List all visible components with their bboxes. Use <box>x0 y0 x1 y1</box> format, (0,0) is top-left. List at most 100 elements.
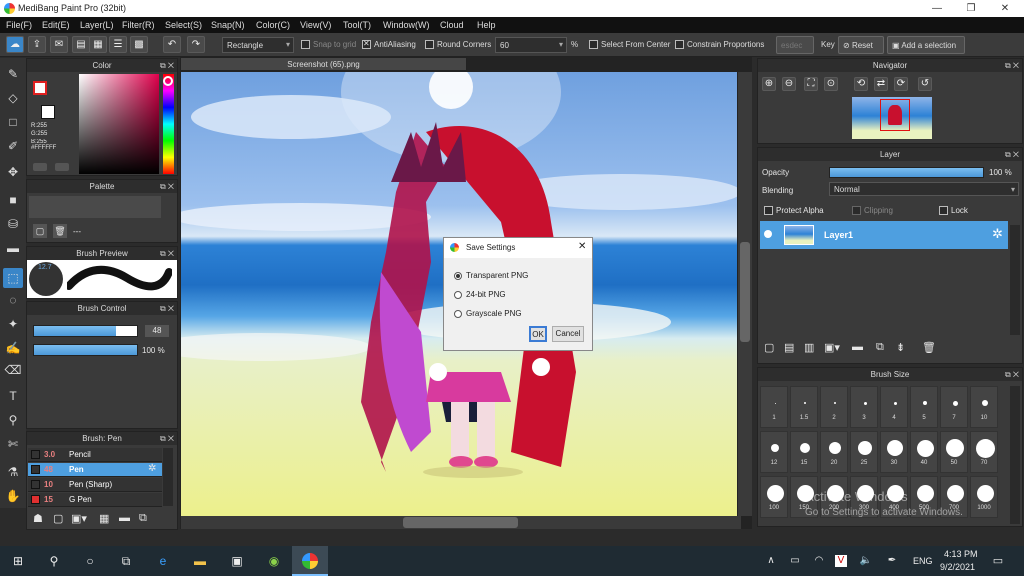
edge-icon[interactable]: e <box>155 553 171 569</box>
wifi-icon[interactable]: ◠ <box>811 553 827 569</box>
snap-to-grid-checkbox[interactable] <box>301 40 310 49</box>
edit-tool-icon[interactable]: ✐ <box>3 136 23 156</box>
layer-settings-icon[interactable]: ✲ <box>992 226 1003 242</box>
brush-size-option[interactable]: 10 <box>970 386 998 428</box>
text-tool-icon[interactable]: T <box>3 386 23 406</box>
pen-workspace-icon[interactable]: ✒ <box>884 553 900 569</box>
cancel-button[interactable]: Cancel <box>552 326 584 342</box>
color-picker-button[interactable] <box>55 163 69 171</box>
brush-list-item[interactable]: 15 G Pen <box>28 493 162 507</box>
brush-size-option[interactable]: 1000 <box>970 476 998 518</box>
delete-layer-icon[interactable]: 🗑 <box>922 341 936 354</box>
brush-size-option[interactable]: 50 <box>940 431 968 473</box>
merge-layer-icon[interactable]: ⇟ <box>896 341 905 354</box>
operation-tool-icon[interactable]: ⚲ <box>3 410 23 430</box>
new-layer-icon[interactable]: ▢ <box>764 341 774 354</box>
dot-tool-icon[interactable]: □ <box>3 112 23 132</box>
share-icon[interactable]: ⇪ <box>28 36 46 53</box>
brush-size-option[interactable]: 12 <box>760 431 788 473</box>
cloud-icon[interactable]: ☁ <box>6 36 24 53</box>
grid-icon[interactable]: ▩ <box>130 36 148 53</box>
language-indicator[interactable]: ENG <box>913 556 933 566</box>
clock-date[interactable]: 9/2/2021 <box>940 562 975 572</box>
panel-close-icon[interactable]: ⧉ ✕ <box>1005 148 1019 161</box>
layer-opacity-slider[interactable] <box>829 167 984 178</box>
eraser-tool-icon[interactable]: ◇ <box>3 88 23 108</box>
reset-button[interactable]: ⊘ Reset <box>838 36 884 54</box>
color-mode-button[interactable] <box>33 163 47 171</box>
zoom-out-icon[interactable]: ⊖ <box>782 77 796 91</box>
brush-size-slider[interactable] <box>33 325 138 337</box>
brush-size-option[interactable]: 7 <box>940 386 968 428</box>
menu-file[interactable]: File(F) <box>6 20 32 30</box>
layer-scrollbar[interactable] <box>1010 225 1020 335</box>
rotate-left-icon[interactable]: ⟲ <box>854 77 868 91</box>
close-button[interactable]: ✕ <box>988 0 1022 17</box>
file-explorer-icon[interactable]: ▬ <box>192 553 208 569</box>
flip-icon[interactable]: ⇄ <box>874 77 888 91</box>
menu-view[interactable]: View(V) <box>300 20 331 30</box>
saturation-value-picker[interactable] <box>79 74 159 174</box>
horizontal-scroll-thumb[interactable] <box>403 517 518 528</box>
canvas-vertical-scrollbar[interactable] <box>738 72 752 516</box>
brush-list-scrollbar[interactable] <box>163 448 173 506</box>
visibility-icon[interactable] <box>764 230 772 238</box>
navigator-thumbnail[interactable] <box>852 97 932 139</box>
blending-select[interactable]: Normal <box>829 182 1019 196</box>
panel-close-icon[interactable]: ⧉ ✕ <box>160 59 174 72</box>
clipping-checkbox[interactable] <box>852 206 861 215</box>
eyedropper-tool-icon[interactable]: ⚗ <box>3 462 23 482</box>
menu-cloud[interactable]: Cloud <box>440 20 464 30</box>
brush-list-item[interactable]: 3.0 Pencil <box>28 448 162 462</box>
comment-icon[interactable]: ✉ <box>50 36 68 53</box>
gradient-tool-icon[interactable]: ▬ <box>3 238 23 258</box>
brush-tool-icon[interactable]: ✎ <box>3 64 23 84</box>
cortana-icon[interactable]: ○ <box>82 553 98 569</box>
brush-size-option[interactable]: 100 <box>760 476 788 518</box>
move-tool-icon[interactable]: ✥ <box>3 162 23 182</box>
round-value-input[interactable]: 60 <box>495 37 567 53</box>
menu-filter[interactable]: Filter(R) <box>122 20 155 30</box>
add-palette-icon[interactable]: ▢ <box>33 224 47 238</box>
24bit-png-radio[interactable] <box>454 291 462 299</box>
shape-select[interactable]: Rectangle <box>222 37 294 53</box>
lasso-tool-icon[interactable]: ◌ <box>3 290 23 310</box>
new-brush-icon[interactable]: ▢ <box>53 512 63 525</box>
brush-list-item[interactable]: 10 Pen (Sharp) <box>28 478 162 492</box>
panel-close-icon[interactable]: ⧉ ✕ <box>1005 368 1019 381</box>
panel-close-icon[interactable]: ⧉ ✕ <box>160 432 174 445</box>
cloud-brush-icon[interactable]: ☗ <box>33 512 43 525</box>
antivirus-icon[interactable]: V <box>835 555 847 567</box>
constrain-checkbox[interactable] <box>675 40 684 49</box>
palette-swatches[interactable] <box>29 196 161 218</box>
brush-size-option[interactable]: 1 <box>760 386 788 428</box>
gacha-app-icon[interactable]: ◉ <box>266 553 282 569</box>
maximize-button[interactable]: ❐ <box>954 0 988 17</box>
ok-button[interactable]: OK <box>529 326 547 342</box>
menu-layer[interactable]: Layer(L) <box>80 20 114 30</box>
start-icon[interactable]: ⊞ <box>10 553 26 569</box>
menu-select[interactable]: Select(S) <box>165 20 202 30</box>
brush-size-option[interactable]: 1.5 <box>790 386 818 428</box>
grayscale-png-radio[interactable] <box>454 310 462 318</box>
page-icon[interactable]: ▦ <box>89 36 107 53</box>
hue-slider[interactable] <box>163 74 174 174</box>
add-layer-menu-icon[interactable]: ▣▾ <box>824 341 840 354</box>
rotate-right-icon[interactable]: ⟳ <box>894 77 908 91</box>
add-brush-icon[interactable]: ▣▾ <box>71 512 87 525</box>
delete-palette-icon[interactable]: 🗑 <box>53 224 67 238</box>
panel-close-icon[interactable]: ⧉ ✕ <box>1005 59 1019 72</box>
layer-folder-icon[interactable]: ▬ <box>852 341 863 353</box>
add-selection-button[interactable]: ▣ Add a selection <box>887 36 965 54</box>
menu-window[interactable]: Window(W) <box>383 20 430 30</box>
brush-list-item[interactable]: 48 Pen ✲ <box>28 463 162 477</box>
panel-close-icon[interactable]: ⧉ ✕ <box>160 247 174 260</box>
brush-size-option[interactable]: 25 <box>850 431 878 473</box>
lock-checkbox[interactable] <box>939 206 948 215</box>
background-color-swatch[interactable] <box>41 105 55 119</box>
transparent-png-radio[interactable] <box>454 272 462 280</box>
protect-alpha-checkbox[interactable] <box>764 206 773 215</box>
brush-size-option[interactable]: 4 <box>880 386 908 428</box>
divide-tool-icon[interactable]: ✄ <box>3 434 23 454</box>
document-icon[interactable]: ▤ <box>72 36 90 53</box>
